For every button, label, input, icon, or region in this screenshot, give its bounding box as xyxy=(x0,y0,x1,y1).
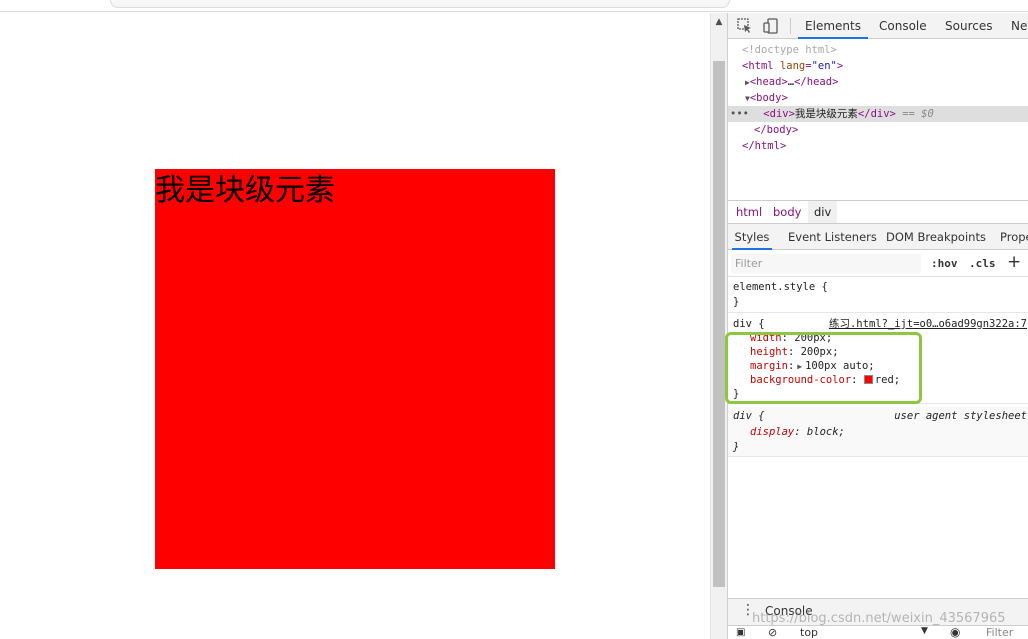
styles-subtabs: Styles Event Listeners DOM Breakpoints P… xyxy=(728,224,1028,250)
body-close-tag-name: body xyxy=(766,124,792,136)
div-close-tag-name: div xyxy=(870,108,890,120)
css-prop-display: display: block; xyxy=(750,426,845,438)
element-style-selector: element.style { xyxy=(733,281,828,293)
head-tag-name: head xyxy=(756,76,782,88)
body-tag-name: body xyxy=(756,92,782,104)
tab-console[interactable]: Console xyxy=(879,13,927,39)
div-rule-selector: div { xyxy=(733,318,765,330)
block-element-text: 我是块级元素 xyxy=(155,173,335,208)
tree-node-body[interactable]: ▼<body> xyxy=(728,90,1028,106)
rule-user-agent[interactable]: div { user agent stylesheet display: blo… xyxy=(728,407,1028,457)
console-toolbar: ▣ ⊘ top ▼ ◉ Filter xyxy=(728,625,1028,639)
tab-properties[interactable]: Prope xyxy=(1000,224,1028,250)
live-expression-icon[interactable]: ◉ xyxy=(950,625,960,639)
devtools-toolbar: Elements Console Sources Net xyxy=(728,13,1028,39)
tree-node-head[interactable]: ▶<head>…</head> xyxy=(728,74,1028,90)
watermark: https://blog.csdn.net/weixin_43567965 xyxy=(752,611,1006,626)
clear-console-icon[interactable]: ⊘ xyxy=(768,626,777,639)
color-swatch-icon[interactable] xyxy=(863,375,873,384)
div-rule-source-link[interactable]: 练习.html?_ijt=o0…o6ad99gn322a:7 xyxy=(829,317,1027,331)
div-rule-close: } xyxy=(733,388,740,400)
page-scrollbar[interactable]: ▲ xyxy=(710,13,727,639)
hover-state-button[interactable]: :hov xyxy=(931,255,958,273)
html-close-tag-name: html xyxy=(754,140,780,152)
css-prop-background-color[interactable]: background-color: red; xyxy=(750,373,900,387)
breadcrumb-html[interactable]: html xyxy=(730,201,768,223)
element-style-close: } xyxy=(733,296,740,308)
tab-styles[interactable]: Styles xyxy=(732,224,772,250)
devtools-panel: Elements Console Sources Net <!doctype h… xyxy=(727,13,1028,639)
breadcrumb-body[interactable]: body xyxy=(767,201,807,223)
tab-network[interactable]: Net xyxy=(1011,13,1028,39)
ua-rule-close: } xyxy=(733,441,740,453)
tree-node-body-close[interactable]: </body> xyxy=(728,122,1028,138)
elements-tree: <!doctype html> <html lang="en"> ▶<head>… xyxy=(728,40,1028,200)
ua-rule-selector: div { xyxy=(733,410,765,422)
page-viewport: 我是块级元素 xyxy=(0,13,710,639)
address-bar[interactable] xyxy=(110,0,730,8)
device-toolbar-icon[interactable] xyxy=(762,17,780,35)
styles-filter-input[interactable] xyxy=(731,254,921,273)
context-select[interactable]: top xyxy=(800,626,818,639)
tree-node-html[interactable]: <html lang="en"> xyxy=(728,58,1028,74)
toolbar-separator xyxy=(790,18,791,34)
expand-shorthand-icon[interactable]: ▶ xyxy=(797,362,802,371)
html-tag-name: html xyxy=(748,60,774,72)
address-bar-area xyxy=(0,0,1028,12)
ua-rule-source: user agent stylesheet xyxy=(894,410,1027,422)
tree-node-doctype[interactable]: <!doctype html> xyxy=(728,42,1028,58)
head-close-tag-name: head xyxy=(806,76,833,88)
more-actions-icon[interactable]: ••• xyxy=(730,108,749,120)
css-prop-margin[interactable]: margin: ▶ 100px auto; xyxy=(750,359,875,374)
html-attr-value: "en" xyxy=(811,60,837,72)
tab-elements[interactable]: Elements xyxy=(798,13,868,39)
console-sidebar-icon[interactable]: ▣ xyxy=(736,627,745,638)
block-element-box[interactable]: 我是块级元素 xyxy=(155,169,555,569)
breadcrumb-div[interactable]: div xyxy=(808,201,838,223)
css-prop-width[interactable]: width: 200px; xyxy=(750,331,832,345)
html-attr-name: lang xyxy=(779,60,806,72)
scroll-up-icon[interactable]: ▲ xyxy=(711,13,727,31)
div-text-content: 我是块级元素 xyxy=(794,108,858,120)
inspect-icon[interactable] xyxy=(736,17,754,35)
tab-sources[interactable]: Sources xyxy=(945,13,992,39)
doctype-text: <!doctype html> xyxy=(742,44,837,56)
selected-node-marker: == $0 xyxy=(902,108,934,120)
tree-node-html-close[interactable]: </html> xyxy=(728,138,1028,154)
rule-div[interactable]: div { 练习.html?_ijt=o0…o6ad99gn322a:7 wid… xyxy=(728,316,1028,404)
class-toggle-button[interactable]: .cls xyxy=(969,255,996,273)
tree-node-div-selected[interactable]: ••• <div>我是块级元素</div> == $0 xyxy=(728,106,1028,122)
rule-element-style[interactable]: element.style { } xyxy=(728,279,1028,313)
breadcrumb: html body div xyxy=(728,200,1028,224)
div-tag-name: div xyxy=(769,108,789,120)
tab-dom-breakpoints[interactable]: DOM Breakpoints xyxy=(886,224,986,250)
styles-filter-bar: :hov .cls + xyxy=(728,251,1028,277)
context-dropdown-icon[interactable]: ▼ xyxy=(921,626,928,636)
css-prop-height[interactable]: height: 200px; xyxy=(750,345,839,359)
tab-event-listeners[interactable]: Event Listeners xyxy=(788,224,877,250)
console-filter-input[interactable]: Filter xyxy=(986,626,1013,639)
new-rule-button[interactable]: + xyxy=(1007,252,1021,272)
scrollbar-thumb[interactable] xyxy=(713,61,725,587)
